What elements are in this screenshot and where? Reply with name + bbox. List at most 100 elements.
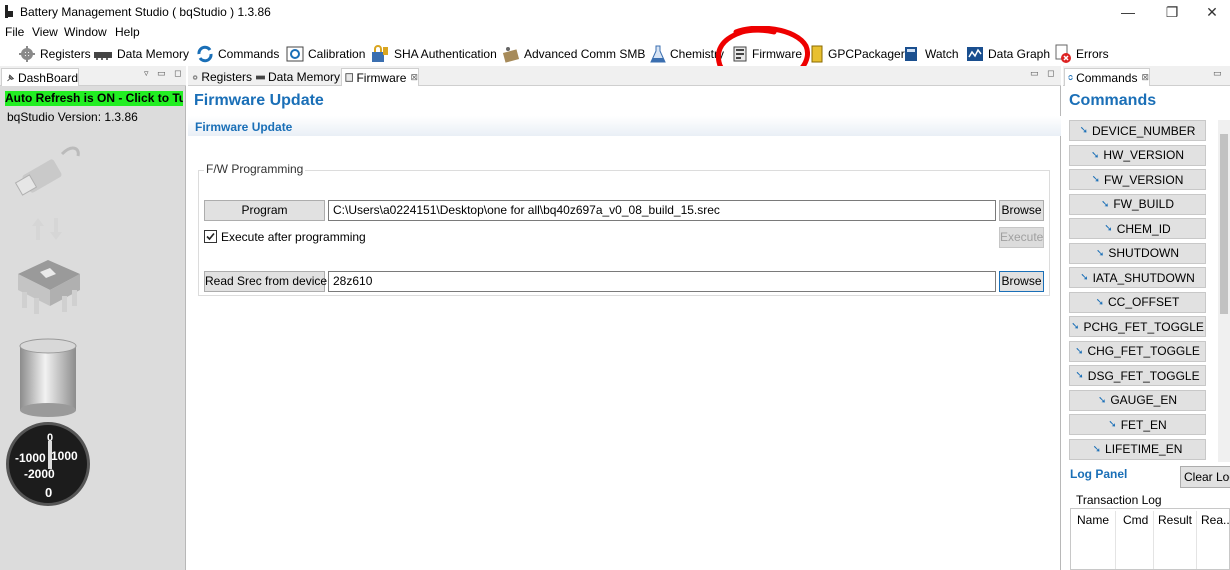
commands-scrollbar[interactable] [1218,120,1230,462]
firmware-chip-icon [345,73,354,82]
editor-min-max-icon[interactable]: ▭ ◻ [1030,68,1057,79]
toolbar-errors-label: Errors [1076,47,1109,61]
tab-commands[interactable]: Commands ⊠ [1064,68,1150,86]
transaction-log-table: Name Cmd Result Rea... [1070,508,1230,570]
menu-file[interactable]: File [5,25,24,39]
command-button[interactable]: ➘ GAUGE_EN [1069,389,1206,411]
command-button[interactable]: ➘ HW_VERSION [1069,144,1206,166]
command-label: FW_BUILD [1113,197,1175,211]
execute-button[interactable]: Execute [999,227,1044,248]
menu-help[interactable]: Help [115,25,140,39]
browse-button-2[interactable]: Browse [999,271,1044,292]
read-srec-button[interactable]: Read Srec from device [204,271,327,292]
toolbar-registers[interactable]: Registers [18,43,91,65]
tab-close-icon[interactable]: ⊠ [410,72,418,83]
col-result[interactable]: Result [1158,513,1192,527]
tab-dashboard-label: DashBoard [17,70,78,85]
close-button[interactable]: ✕ [1192,2,1230,22]
arrow-icon: ➘ [1100,198,1110,210]
column-divider [1153,511,1154,569]
scrollbar-thumb[interactable] [1220,134,1228,314]
gauge-label-lower: -2000 [24,467,55,481]
command-button[interactable]: ➘ PCHG_FET_TOGGLE [1069,316,1206,337]
tab-firmware[interactable]: Firmware ⊠ [341,68,419,86]
browse-button-1[interactable]: Browse [999,200,1044,221]
menu-view[interactable]: View [32,25,58,39]
app-icon [5,5,13,18]
toolbar-firmware[interactable]: Firmware [732,43,802,65]
command-button[interactable]: ➘ CHEM_ID [1069,218,1206,239]
command-button[interactable]: ➘ DEVICE_NUMBER [1069,120,1206,141]
book-icon [905,47,917,61]
restore-button[interactable]: ❐ [1152,2,1192,22]
column-divider [1196,511,1197,569]
read-srec-field[interactable]: 28z610 [328,271,996,292]
memory-chip-icon [94,52,112,60]
command-button[interactable]: ➘ CHG_FET_TOGGLE [1069,340,1206,362]
program-path-field[interactable]: C:\Users\a0224151\Desktop\one for all\bq… [328,200,996,221]
menu-bar: File View Window Help [0,24,1230,42]
memory-chip-icon [256,75,265,79]
command-button[interactable]: ➘ FW_BUILD [1069,193,1206,215]
toolbar-gpcpackager[interactable]: GPCPackager [810,43,905,65]
command-button[interactable]: ➘ IATA_SHUTDOWN [1069,267,1206,288]
tab-data-memory[interactable]: Data Memory [254,68,340,86]
toolbar-watch[interactable]: Watch [903,43,959,65]
battery-icon [19,338,77,417]
column-divider [1115,511,1116,569]
arrow-icon: ➘ [1095,247,1105,259]
toolbar-calibration[interactable]: Calibration [286,43,365,65]
col-cmd[interactable]: Cmd [1123,513,1148,527]
toolbar-sha-authentication[interactable]: SHA Authentication [370,43,497,65]
tab-registers-label: Registers [201,70,252,84]
tab-close-icon[interactable]: ⊠ [1141,72,1149,83]
editor-tabstrip: Registers Data Memory Firmware ⊠ ▭ ◻ [188,66,1061,86]
toolbar-errors[interactable]: Errors [1054,43,1109,65]
command-label: LIFETIME_EN [1105,442,1183,456]
checkmark-icon [206,232,215,241]
arrow-icon: ➘ [1095,296,1105,308]
command-button[interactable]: ➘ LIFETIME_EN [1069,438,1206,460]
editor-area: Registers Data Memory Firmware ⊠ ▭ ◻ Fir… [188,66,1061,570]
toolbar-commands[interactable]: Commands [196,43,279,65]
execute-checkbox[interactable] [204,230,217,243]
tab-registers[interactable]: Registers [190,68,252,86]
usb-plug-icon [14,146,80,196]
dashboard-min-max-icon[interactable]: ▿ ▭ ◻ [144,68,185,79]
command-button[interactable]: ➘ DSG_FET_TOGGLE [1069,365,1206,386]
menu-window[interactable]: Window [64,25,107,39]
command-button[interactable]: ➘ FW_VERSION [1069,169,1206,190]
calibration-icon [286,46,304,62]
command-label: DEVICE_NUMBER [1092,123,1196,138]
arrow-icon: ➘ [1075,345,1084,357]
toolbar-data-graph[interactable]: Data Graph [966,43,1050,65]
title-bar: Battery Management Studio ( bqStudio ) 1… [0,0,1230,24]
clear-log-button[interactable]: Clear Log [1180,466,1230,488]
dashboard-panel: DashBoard ▿ ▭ ◻ Auto Refresh is ON - Cli… [0,66,186,570]
tab-dashboard[interactable]: DashBoard [1,68,79,86]
command-button[interactable]: ➘ SHUTDOWN [1069,242,1206,264]
program-button[interactable]: Program [204,200,325,221]
arrow-icon: ➘ [1079,125,1089,136]
minimize-button[interactable]: — [1108,2,1148,22]
dashboard-tabstrip: DashBoard ▿ ▭ ◻ [0,66,186,86]
command-label: FW_VERSION [1104,172,1184,187]
firmware-subtitle: Firmware Update [195,120,293,134]
toolbar-advanced-comm-smb[interactable]: Advanced Comm SMB [502,43,645,65]
package-icon [811,45,823,63]
command-label: HW_VERSION [1103,148,1185,162]
toolbar-data-memory[interactable]: Data Memory [93,43,189,65]
toolbar-data-graph-label: Data Graph [988,47,1051,61]
command-button[interactable]: ➘ CC_OFFSET [1069,291,1206,313]
command-label: SHUTDOWN [1108,246,1180,260]
auto-refresh-banner[interactable]: Auto Refresh is ON - Click to Tu [5,91,183,106]
gauge-reading: 0 [45,485,53,500]
command-button[interactable]: ➘ FET_EN [1069,414,1206,435]
toolbar-chemistry[interactable]: Chemistry [650,43,724,65]
col-name[interactable]: Name [1077,513,1109,527]
execute-checkbox-label: Execute after programming [221,230,366,244]
commands-min-icon[interactable]: ▭ [1213,68,1225,79]
bq-version-row: bqStudio Version: 1.3.86 [7,110,138,124]
arrow-icon: ➘ [1090,149,1100,161]
col-reason[interactable]: Rea... [1201,513,1230,527]
